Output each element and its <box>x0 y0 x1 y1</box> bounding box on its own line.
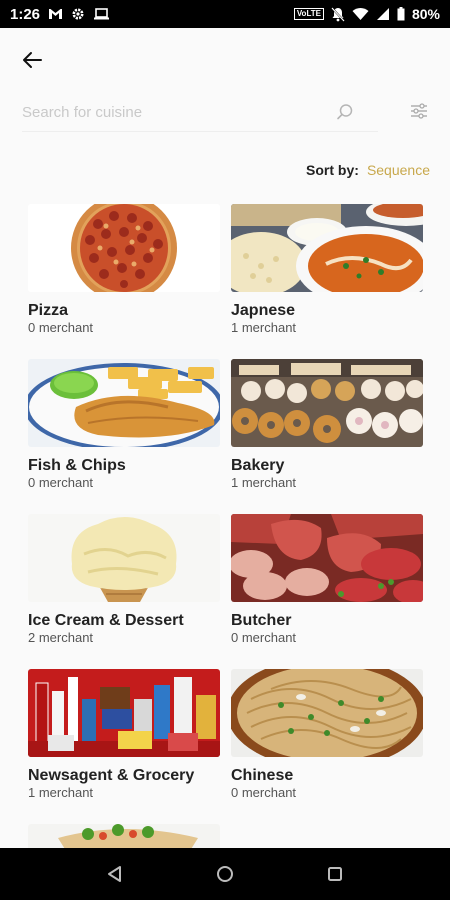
cuisine-image-ice-cream <box>28 514 220 602</box>
cuisine-grid: Pizza 0 merchant Japnese 1 merchant Fish… <box>0 190 450 848</box>
cuisine-image-pizza <box>28 204 220 292</box>
volte-badge: VoLTE <box>293 8 324 20</box>
laptop-icon <box>93 8 110 20</box>
cuisine-image-bakery <box>231 359 423 447</box>
cuisine-card-fish-chips[interactable]: Fish & Chips 0 merchant <box>28 359 220 491</box>
cuisine-name: Ice Cream & Dessert <box>28 612 184 629</box>
cuisine-name: Newsagent & Grocery <box>28 767 195 784</box>
sort-row: Sort by: Sequence <box>0 150 450 190</box>
merchant-count: 0 merchant <box>231 630 297 645</box>
sort-label: Sort by: <box>306 162 359 178</box>
triangle-back-icon <box>108 866 121 882</box>
merchant-count: 1 merchant <box>28 785 94 800</box>
mute-icon <box>331 6 345 22</box>
cuisine-card-japnese[interactable]: Japnese 1 merchant <box>231 204 423 336</box>
nav-recents-button[interactable] <box>315 854 355 894</box>
sort-dropdown[interactable]: Sequence <box>367 162 430 178</box>
gmail-icon <box>48 8 63 20</box>
merchant-count: 1 merchant <box>231 320 297 335</box>
cuisine-card-pizza[interactable]: Pizza 0 merchant <box>28 204 220 336</box>
search-input[interactable] <box>22 104 322 121</box>
cuisine-card-ice-cream[interactable]: Ice Cream & Dessert 2 merchant <box>28 514 220 646</box>
cuisine-name: Fish & Chips <box>28 457 126 474</box>
system-nav-bar <box>0 848 450 900</box>
cuisine-image-meat <box>231 514 423 602</box>
signal-icon <box>376 7 390 21</box>
cuisine-card-wrap[interactable] <box>28 824 220 848</box>
cuisine-name: Japnese <box>231 302 296 319</box>
cuisine-name: Chinese <box>231 767 294 784</box>
cuisine-card-chinese[interactable]: Chinese 0 merchant <box>231 669 423 801</box>
wifi-icon <box>352 7 369 21</box>
filter-sliders-icon[interactable] <box>410 103 428 124</box>
cuisine-name: Pizza <box>28 302 69 319</box>
merchant-count: 0 merchant <box>28 320 94 335</box>
cuisine-card-butcher[interactable]: Butcher 0 merchant <box>231 514 423 646</box>
status-time: 1:26 <box>10 5 41 23</box>
battery-icon <box>397 7 405 21</box>
cuisine-image-curry <box>231 204 423 292</box>
search-row <box>0 90 450 150</box>
cuisine-image-noodles <box>231 669 423 757</box>
nav-back-button[interactable] <box>95 854 135 894</box>
app-bar <box>0 28 450 90</box>
circle-home-icon <box>217 866 233 882</box>
cuisine-card-bakery[interactable]: Bakery 1 merchant <box>231 359 423 491</box>
merchant-count: 1 merchant <box>231 475 297 490</box>
settings-icon <box>71 7 85 21</box>
back-button[interactable] <box>18 46 46 74</box>
cuisine-card-grocery[interactable]: Newsagent & Grocery 1 merchant <box>28 669 220 801</box>
merchant-count: 0 merchant <box>231 785 297 800</box>
cuisine-image-fish-chips <box>28 359 220 447</box>
nav-home-button[interactable] <box>205 854 245 894</box>
battery-percentage: 80% <box>411 6 440 22</box>
arrow-left-icon <box>23 52 42 68</box>
search-field <box>22 94 378 132</box>
merchant-count: 2 merchant <box>28 630 94 645</box>
cuisine-image-grocery <box>28 669 220 757</box>
cuisine-image-wrap <box>28 824 220 848</box>
merchant-count: 0 merchant <box>28 475 94 490</box>
cuisine-name: Bakery <box>231 457 285 474</box>
status-bar: 1:26 VoLTE 80% <box>0 0 450 28</box>
search-icon[interactable] <box>336 103 354 126</box>
cuisine-name: Butcher <box>231 612 292 629</box>
square-recents-icon <box>328 867 342 881</box>
